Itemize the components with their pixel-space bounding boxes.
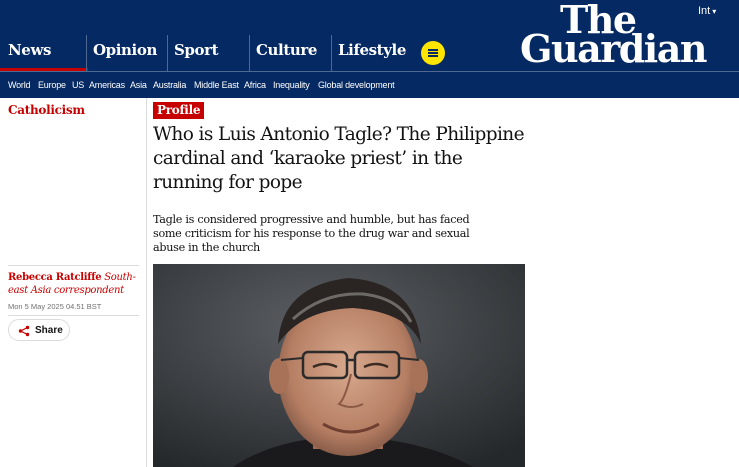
divider <box>167 35 168 71</box>
subnav-asia[interactable]: Asia <box>130 80 147 90</box>
sub-nav: World Europe US Americas Asia Australia … <box>0 72 739 98</box>
byline: Rebecca Ratcliffe South-east Asia corres… <box>8 271 139 297</box>
hamburger-icon-bar <box>428 52 438 54</box>
share-label: Share <box>35 325 63 336</box>
subnav-inequality[interactable]: Inequality <box>273 80 310 90</box>
profile-badge: Profile <box>153 102 205 119</box>
hamburger-icon-bar <box>428 55 438 57</box>
pillar-lifestyle[interactable]: Lifestyle <box>331 35 410 71</box>
divider <box>146 98 147 467</box>
pillar-news[interactable]: News <box>0 35 88 71</box>
divider <box>331 35 332 71</box>
subnav-global-development[interactable]: Global development <box>318 80 395 90</box>
masthead: Int ▾ The Guardian News Opinion Sport Cul… <box>0 0 739 98</box>
share-icon <box>18 325 30 337</box>
subnav-us[interactable]: US <box>72 80 84 90</box>
subnav-africa[interactable]: Africa <box>244 80 266 90</box>
subnav-americas[interactable]: Americas <box>89 80 125 90</box>
pillar-sport[interactable]: Sport <box>167 35 246 71</box>
hamburger-icon <box>428 49 438 51</box>
dateline: Mon 5 May 2025 04.51 BST <box>8 302 102 311</box>
section-link[interactable]: Catholicism <box>8 103 85 117</box>
pillar-label: News <box>8 41 52 59</box>
lead-image <box>153 264 525 467</box>
subnav-middle-east[interactable]: Middle East <box>194 80 239 90</box>
share-button[interactable]: Share <box>8 319 70 341</box>
pillar-label: Sport <box>174 41 219 59</box>
subnav-australia[interactable]: Australia <box>153 80 186 90</box>
portrait-photo <box>153 264 525 467</box>
subnav-europe[interactable]: Europe <box>38 80 66 90</box>
pillar-label: Culture <box>256 41 318 59</box>
menu-button[interactable] <box>421 41 445 65</box>
divider <box>86 35 87 71</box>
divider <box>8 315 139 316</box>
standfirst: Tagle is considered progressive and humb… <box>153 213 470 254</box>
divider <box>8 265 139 266</box>
pillar-opinion[interactable]: Opinion <box>86 35 165 71</box>
author-link[interactable]: Rebecca Ratcliffe <box>8 272 102 283</box>
headline: Who is Luis Antonio Tagle? The Philippin… <box>153 124 525 193</box>
pillar-label: Opinion <box>93 41 157 59</box>
subnav-world[interactable]: World <box>8 80 31 90</box>
logo-line-2: Guardian <box>520 26 707 71</box>
pillar-label: Lifestyle <box>338 41 406 59</box>
divider <box>249 35 250 71</box>
guardian-logo[interactable]: The Guardian <box>520 0 725 70</box>
pillar-culture[interactable]: Culture <box>249 35 328 71</box>
